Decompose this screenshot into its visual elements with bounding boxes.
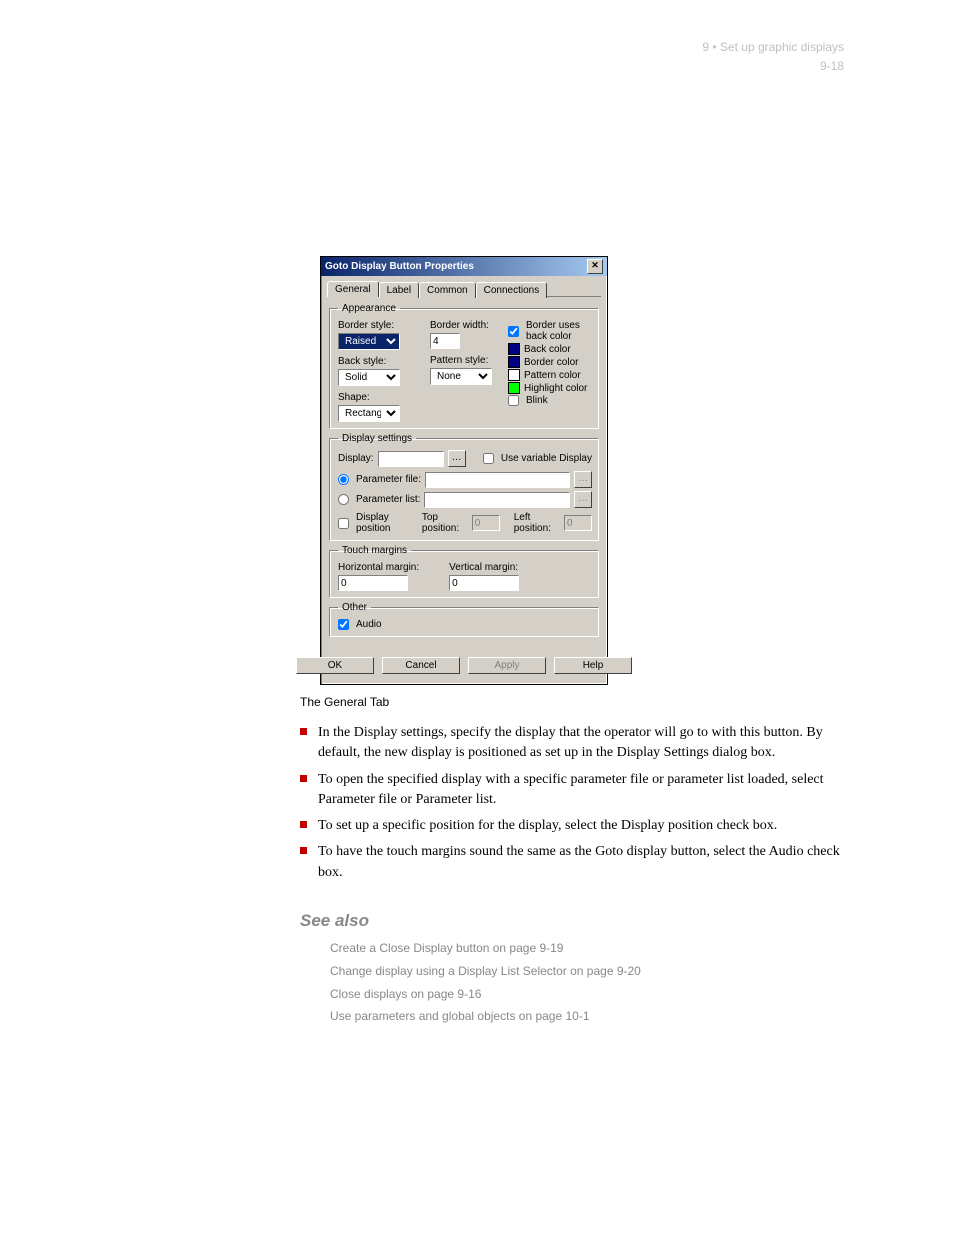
border-color-label: Border color	[524, 357, 578, 368]
apply-button[interactable]: Apply	[468, 657, 546, 674]
pattern-style-label: Pattern style:	[430, 355, 494, 366]
left-position-input	[564, 515, 592, 531]
bullet-item: To open the specified display with a spe…	[300, 770, 844, 811]
highlight-color-swatch[interactable]	[508, 382, 520, 394]
h-margin-input[interactable]	[338, 575, 408, 591]
parameter-list-browse[interactable]: …	[574, 491, 592, 508]
parameter-file-input[interactable]	[425, 472, 570, 488]
touch-margins-group: Touch margins Horizontal margin: Vertica…	[329, 545, 599, 598]
dialog-titlebar: Goto Display Button Properties ✕	[321, 257, 607, 276]
border-uses-back-color[interactable]: Border uses back color	[508, 320, 592, 342]
bullet-item: To set up a specific position for the di…	[300, 816, 844, 836]
pattern-style-select[interactable]: None	[430, 368, 492, 385]
display-label: Display:	[338, 453, 374, 464]
audio-option[interactable]: Audio	[338, 619, 592, 630]
touch-margins-legend: Touch margins	[338, 545, 411, 556]
top-position-input	[472, 515, 500, 531]
display-input[interactable]	[378, 451, 444, 467]
tab-common[interactable]: Common	[419, 282, 476, 298]
see-also-item: Change display using a Display List Sele…	[330, 960, 844, 983]
border-style-select[interactable]: Raised	[338, 333, 400, 350]
chapter-label: 9 • Set up graphic displays	[702, 38, 844, 57]
appearance-group: Appearance Border style: Raised Back sty…	[329, 303, 599, 429]
back-color-swatch[interactable]	[508, 343, 520, 355]
appearance-legend: Appearance	[338, 303, 400, 314]
parameter-file-browse[interactable]: …	[574, 471, 592, 488]
use-variable-display[interactable]: Use variable Display	[483, 453, 592, 464]
see-also-item: Create a Close Display button on page 9-…	[330, 937, 844, 960]
body-text: In the Display settings, specify the dis…	[300, 723, 844, 883]
v-margin-label: Vertical margin:	[449, 562, 519, 573]
see-also-heading: See also	[300, 911, 844, 931]
parameter-list-radio[interactable]: Parameter list:	[338, 494, 420, 505]
highlight-color-label: Highlight color	[524, 383, 587, 394]
tab-general[interactable]: General	[327, 281, 379, 297]
use-variable-checkbox[interactable]	[483, 453, 494, 464]
help-button[interactable]: Help	[554, 657, 632, 674]
shape-label: Shape:	[338, 392, 416, 403]
tabs: General Label Common Connections	[327, 280, 601, 297]
figure-caption: The General Tab	[300, 695, 954, 709]
display-settings-group: Display settings Display: … Use variable…	[329, 433, 599, 541]
v-margin-input[interactable]	[449, 575, 519, 591]
tab-connections[interactable]: Connections	[476, 282, 548, 298]
back-color-label: Back color	[524, 344, 571, 355]
audio-checkbox[interactable]	[338, 619, 349, 630]
ok-button[interactable]: OK	[296, 657, 374, 674]
top-position-label: Top position:	[422, 512, 468, 534]
back-style-label: Back style:	[338, 356, 416, 367]
other-group: Other Audio	[329, 602, 599, 637]
display-settings-legend: Display settings	[338, 433, 416, 444]
left-position-label: Left position:	[514, 512, 560, 534]
shape-select[interactable]: Rectangle	[338, 405, 400, 422]
parameter-file-radio[interactable]: Parameter file:	[338, 474, 421, 485]
bullet-item: In the Display settings, specify the dis…	[300, 723, 844, 764]
border-uses-back-checkbox[interactable]	[508, 326, 519, 337]
display-position-checkbox[interactable]	[338, 518, 349, 529]
pattern-color-label: Pattern color	[524, 370, 581, 381]
parameter-list-input[interactable]	[424, 492, 570, 508]
border-width-label: Border width:	[430, 320, 494, 331]
bullet-item: To have the touch margins sound the same…	[300, 842, 844, 883]
back-style-select[interactable]: Solid	[338, 369, 400, 386]
page-header: 9 • Set up graphic displays 9-18	[702, 38, 844, 76]
see-also-item: Close displays on page 9-16	[330, 983, 844, 1006]
blink-option[interactable]: Blink	[508, 395, 592, 406]
goto-display-properties-dialog: Goto Display Button Properties ✕ General…	[320, 256, 608, 685]
display-position-option[interactable]: Display position	[338, 512, 410, 534]
close-icon[interactable]: ✕	[587, 259, 603, 274]
border-width-input[interactable]	[430, 333, 460, 349]
border-style-label: Border style:	[338, 320, 416, 331]
other-legend: Other	[338, 602, 371, 613]
tab-label[interactable]: Label	[379, 282, 419, 298]
page-number: 9-18	[820, 59, 844, 73]
dialog-title: Goto Display Button Properties	[325, 261, 474, 272]
display-browse-button[interactable]: …	[448, 450, 466, 467]
h-margin-label: Horizontal margin:	[338, 562, 419, 573]
pattern-color-swatch[interactable]	[508, 369, 520, 381]
see-also-list: Create a Close Display button on page 9-…	[330, 937, 844, 1028]
border-color-swatch[interactable]	[508, 356, 520, 368]
blink-checkbox[interactable]	[508, 395, 519, 406]
cancel-button[interactable]: Cancel	[382, 657, 460, 674]
see-also-item: Use parameters and global objects on pag…	[330, 1005, 844, 1028]
